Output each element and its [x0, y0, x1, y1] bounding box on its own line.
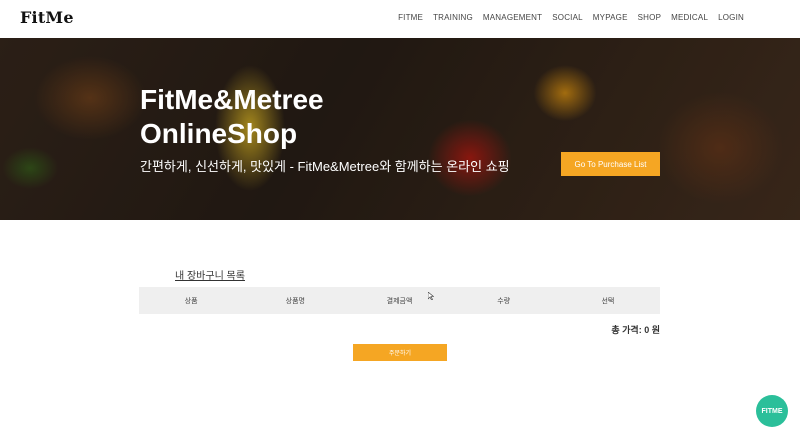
hero-banner: FitMe&Metree OnlineShop 간편하게, 신선하게, 맛있게 …	[0, 38, 800, 220]
nav-item-shop[interactable]: SHOP	[638, 13, 661, 22]
nav-item-fitme[interactable]: FITME	[398, 13, 423, 22]
nav-item-login[interactable]: LOGIN	[718, 13, 744, 22]
column-payment-amount: 결제금액	[386, 297, 413, 305]
nav-item-training[interactable]: TRAINING	[433, 13, 473, 22]
page: FitMe FITME TRAINING MANAGEMENT SOCIAL M…	[0, 0, 800, 434]
top-header: FitMe FITME TRAINING MANAGEMENT SOCIAL M…	[0, 0, 800, 38]
nav-item-medical[interactable]: MEDICAL	[671, 13, 708, 22]
fitme-chat-button[interactable]: FITME	[756, 395, 788, 427]
column-quantity: 수량	[497, 297, 511, 305]
total-price: 총 가격: 0 원	[611, 325, 660, 335]
cart-table-header: 상품 상품명 결제금액 수량 선택	[139, 287, 660, 314]
hero-overlay	[0, 38, 800, 220]
hero-subtitle: 간편하게, 신선하게, 맛있게 - FitMe&Metree와 함께하는 온라인…	[140, 159, 510, 174]
order-button[interactable]: 주문하기	[353, 344, 447, 361]
main-nav: FITME TRAINING MANAGEMENT SOCIAL MYPAGE …	[398, 13, 744, 22]
hero-title-line1: FitMe&Metree	[140, 84, 324, 115]
nav-item-mypage[interactable]: MYPAGE	[593, 13, 628, 22]
hero-title-line2: OnlineShop	[140, 118, 298, 149]
column-product-name: 상품명	[285, 297, 305, 305]
column-select: 선택	[601, 297, 615, 305]
mouse-cursor-icon	[428, 292, 434, 300]
nav-item-management[interactable]: MANAGEMENT	[483, 13, 542, 22]
site-logo[interactable]: FitMe	[20, 8, 74, 27]
hero-title: FitMe&Metree OnlineShop	[140, 83, 324, 151]
cart-title[interactable]: 내 장바구니 목록	[175, 267, 245, 282]
column-product: 상품	[184, 297, 198, 305]
purchase-list-button[interactable]: Go To Purchase List	[561, 152, 660, 176]
nav-item-social[interactable]: SOCIAL	[552, 13, 583, 22]
